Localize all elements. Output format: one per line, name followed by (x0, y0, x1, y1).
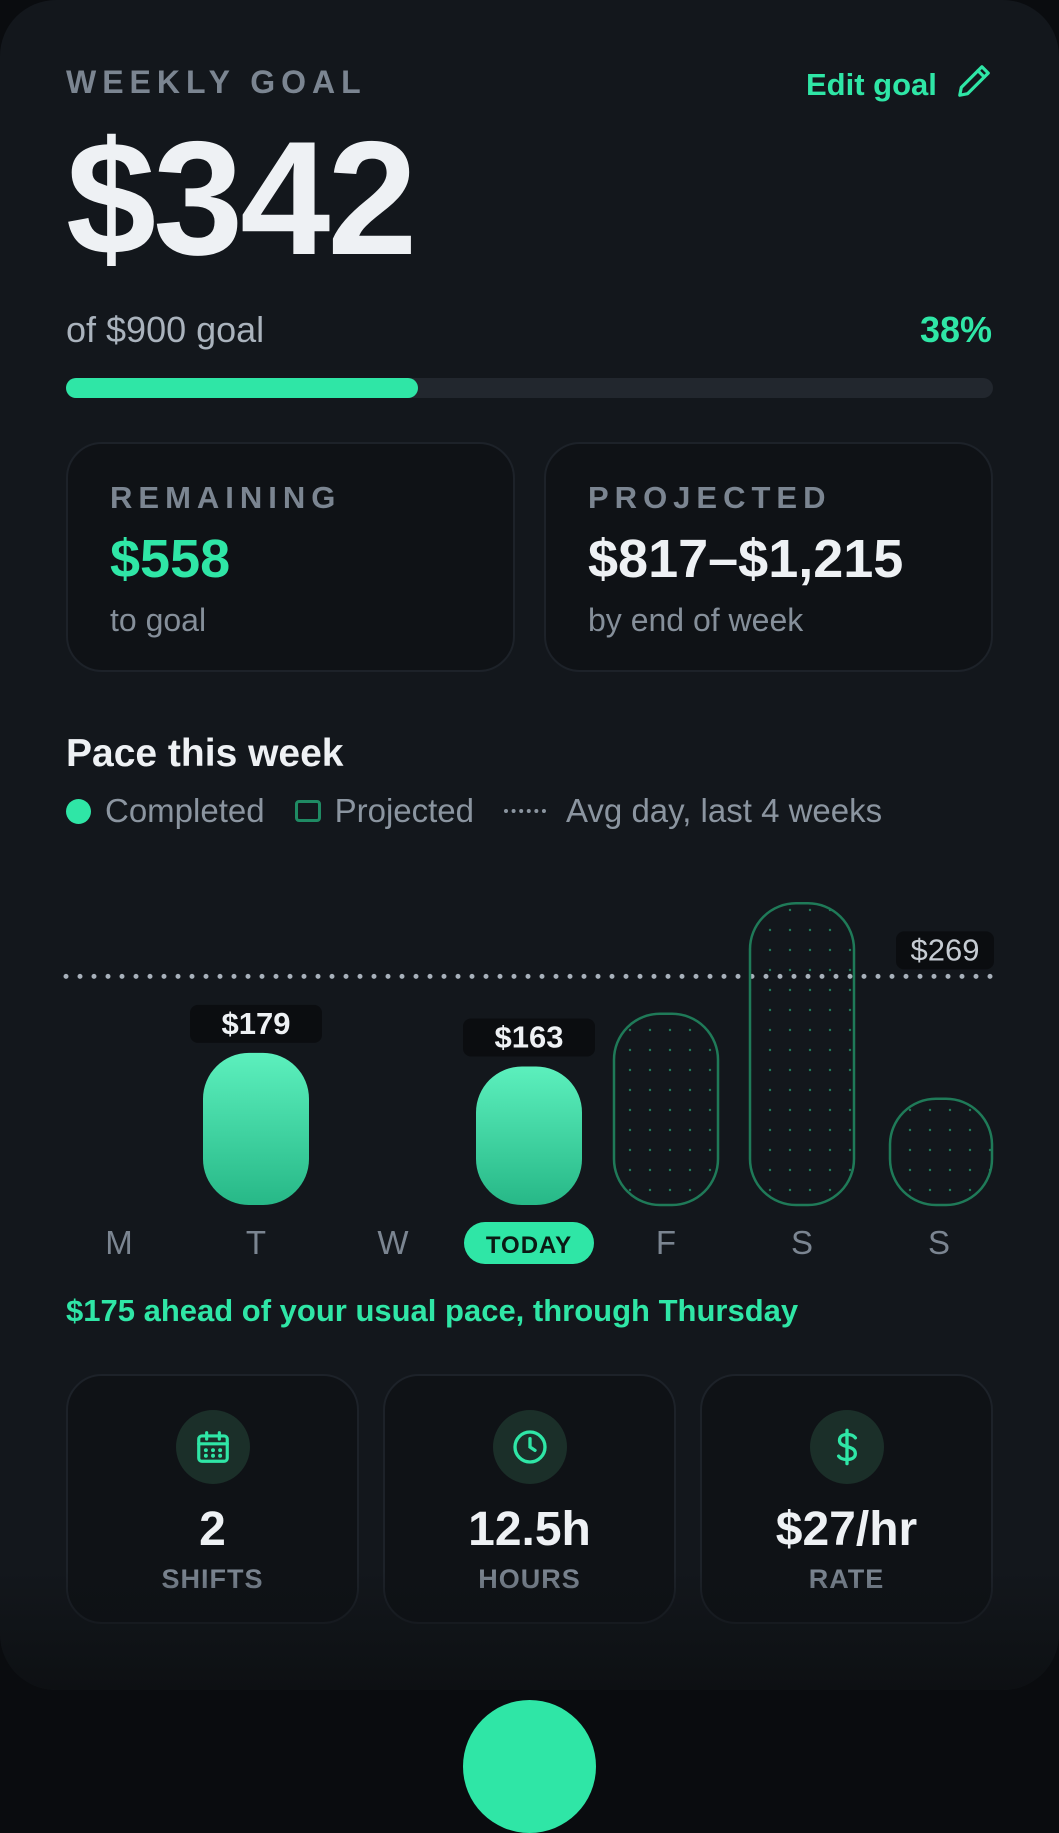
bar-projected-4 (612, 1012, 720, 1207)
x-tick-6: S (928, 1224, 950, 1261)
projected-value: $817–$1,215 (588, 529, 904, 589)
bar-completed-1 (203, 1052, 309, 1205)
pace-message: $175 ahead of your usual pace, through T… (66, 1293, 799, 1328)
shifts-card: 2 SHIFTS (66, 1374, 359, 1624)
x-tick-5: S (791, 1224, 813, 1261)
legend-completed-dot (66, 798, 91, 824)
rate-value: $27/hr (775, 1503, 918, 1556)
rate-card: $27/hr RATE (700, 1374, 993, 1624)
bar-projected-6 (888, 1097, 994, 1207)
dollar-icon (809, 1410, 884, 1484)
legend-completed: Completed (66, 792, 265, 830)
hours-card: 12.5h HOURS (383, 1374, 676, 1624)
x-tick-1: T (246, 1224, 266, 1261)
pace-title: Pace this week (66, 732, 344, 775)
legend-projected: Projected (294, 792, 475, 830)
floating-action-button[interactable] (463, 1700, 596, 1833)
hours-label: HOURS (478, 1564, 581, 1594)
x-tick-2: W (377, 1224, 409, 1261)
earned-amount: $342 (66, 108, 417, 289)
x-tick-4: F (656, 1224, 676, 1261)
goal-progress-fill (66, 378, 419, 398)
rate-label: RATE (808, 1564, 885, 1594)
projected-label: PROJECTED (588, 480, 832, 515)
legend-completed-label: Completed (105, 792, 265, 829)
x-tick-3: TODAY (486, 1232, 572, 1259)
shifts-label: SHIFTS (161, 1564, 264, 1594)
hours-value: 12.5h (468, 1503, 591, 1556)
weekly-goal-card: WEEKLY GOAL Edit goal $342 of $900 goal … (0, 0, 1059, 1690)
edit-goal-label: Edit goal (806, 67, 937, 102)
legend-average-swatch (504, 809, 547, 813)
goal-progress-bar (66, 378, 993, 398)
goal-percent: 38% (919, 309, 992, 350)
clock-icon (492, 1410, 567, 1484)
legend-projected-swatch (294, 800, 321, 822)
remaining-sub: to goal (110, 602, 207, 638)
calendar-icon (175, 1410, 250, 1484)
pace-chart: $269 M $179 T W $163 TODAY F S S (63, 902, 996, 1264)
bar-projected-5 (748, 902, 856, 1207)
edit-goal-button[interactable]: Edit goal (806, 62, 993, 108)
legend-average: Avg day, last 4 weeks (504, 792, 882, 830)
remaining-card: REMAINING $558 to goal (66, 442, 515, 672)
chart-legend: Completed Projected Avg day, last 4 week… (66, 792, 912, 830)
weekly-goal-overline: WEEKLY GOAL (66, 64, 367, 100)
x-tick-0: M (105, 1224, 133, 1261)
bar-label-3: $163 (495, 1019, 564, 1054)
remaining-value: $558 (110, 529, 231, 589)
projected-card: PROJECTED $817–$1,215 by end of week (544, 442, 993, 672)
shifts-value: 2 (199, 1503, 226, 1556)
legend-projected-label: Projected (334, 792, 475, 829)
bar-label-1: $179 (222, 1006, 291, 1041)
average-label: $269 (911, 932, 980, 967)
projected-sub: by end of week (588, 602, 804, 638)
legend-average-label: Avg day, last 4 weeks (566, 792, 883, 829)
goal-text: of $900 goal (66, 309, 265, 350)
pencil-icon (955, 62, 993, 108)
remaining-label: REMAINING (110, 480, 342, 515)
bar-completed-3 (476, 1066, 582, 1205)
